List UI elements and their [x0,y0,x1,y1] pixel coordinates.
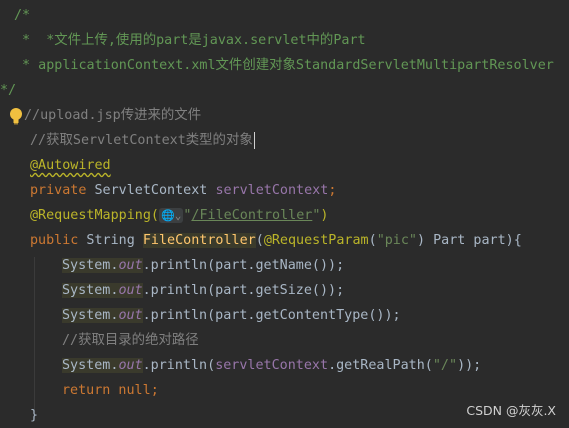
code-line-15: System.out.println(servletContext.getRea… [62,358,482,373]
code-line-16: return null; [62,383,159,398]
code-line-4: */ [0,83,17,98]
globe-icon[interactable]: 🌐⌄ [159,207,184,223]
lightbulb-icon[interactable] [9,107,23,125]
code-line-2: * *文件上传,使用的part是javax.servlet中的Part [14,33,366,48]
method-name[interactable]: FileController [142,233,256,248]
watermark: CSDN @灰灰.X [466,403,556,418]
code-editor[interactable]: /* * *文件上传,使用的part是javax.servlet中的Part *… [0,0,569,425]
code-line-3: * applicationContext.xml文件创建对象StandardSe… [14,58,554,73]
code-line-5: //upload.jsp传进来的文件 [24,108,202,123]
code-line-9: @RequestMapping(🌐⌄ "/FileController") [30,207,329,223]
request-mapping-link[interactable]: /FileController [191,208,312,223]
text-caret [253,131,255,149]
code-line-8: private ServletContext servletContext; [30,183,337,198]
code-line-13: System.out.println(part.getContentType()… [62,308,401,323]
indent-guide [34,257,35,412]
code-line-7: @Autowired [30,153,111,178]
code-line-17: } [30,408,39,423]
autowired-annotation[interactable]: @Autowired [30,158,111,173]
code-line-6: //获取ServletContext类型的对象 [30,131,255,149]
code-line-1: /* [14,8,31,23]
code-line-10: public String FileController(@RequestPar… [30,233,522,248]
code-line-14: //获取目录的绝对路径 [62,333,199,348]
code-line-12: System.out.println(part.getSize()); [62,283,345,298]
code-line-11: System.out.println(part.getName()); [62,258,345,273]
